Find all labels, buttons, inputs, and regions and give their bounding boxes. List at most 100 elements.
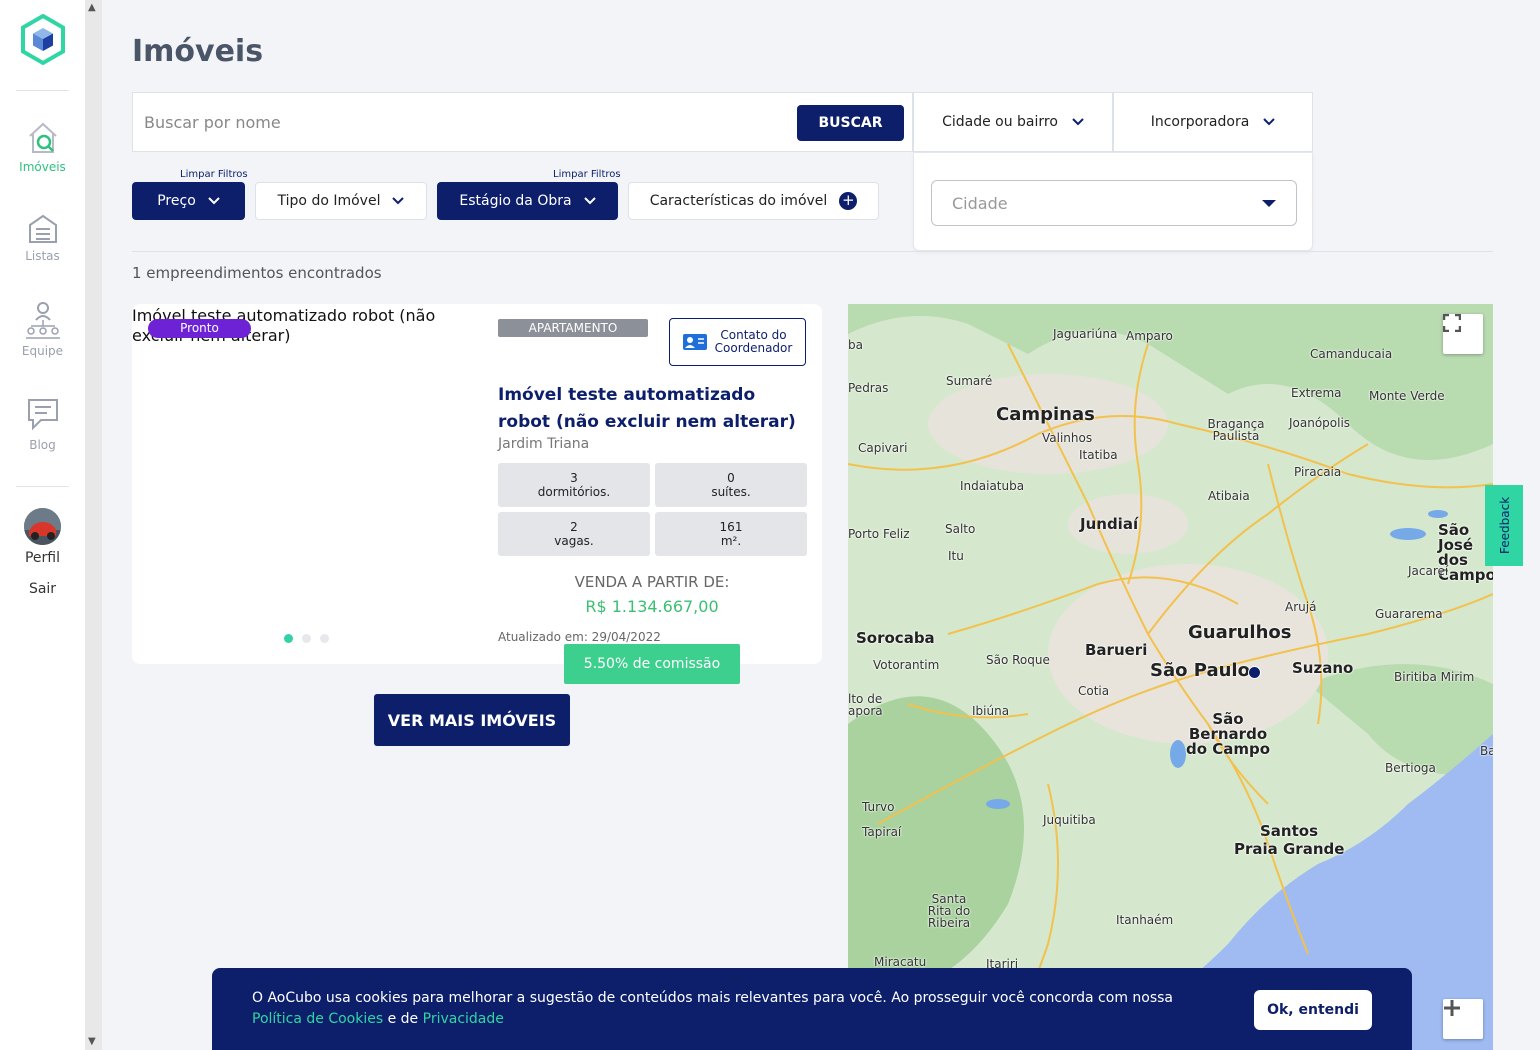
- map-label: Itu: [948, 549, 964, 563]
- spec-value: 161: [719, 520, 743, 534]
- profile-link[interactable]: Perfil: [0, 550, 85, 566]
- feedback-tab[interactable]: Feedback: [1485, 485, 1525, 566]
- property-features-filter[interactable]: Características do imóvel +: [628, 182, 879, 220]
- zoom-in-button[interactable]: [1443, 999, 1483, 1039]
- search-button[interactable]: BUSCAR: [797, 105, 904, 141]
- listing-card[interactable]: Imóvel teste automatizado robot (não exc…: [132, 304, 822, 664]
- spec-value: 3: [570, 471, 578, 485]
- map-label: Miracatu: [874, 955, 927, 969]
- sidebar-item-equipe[interactable]: Equipe: [0, 300, 85, 358]
- map-label: Campinas: [996, 404, 1095, 425]
- cookie-accept-button[interactable]: Ok, entendi: [1254, 990, 1372, 1030]
- map-label: Guararema: [1375, 607, 1443, 621]
- clear-filters-link[interactable]: Limpar Filtros: [180, 169, 248, 180]
- map-label: Joanópolis: [1289, 416, 1351, 430]
- results-count: 1 empreendimentos encontrados: [132, 264, 382, 282]
- developer-select[interactable]: Incorporadora: [1113, 92, 1313, 152]
- carousel-dot[interactable]: [320, 634, 329, 643]
- sidebar-item-listas[interactable]: Listas: [0, 213, 85, 263]
- map-label: Itanhaém: [1116, 913, 1174, 927]
- spec-unit: m².: [720, 534, 742, 548]
- sidebar-divider: [16, 486, 69, 487]
- chevron-down-icon: [583, 197, 596, 205]
- map-label: São Roque: [986, 653, 1050, 667]
- spec-bedrooms: 3 dormitórios.: [498, 463, 650, 507]
- map-label: Bertioga: [1385, 761, 1436, 775]
- contact-coordinator-label: Contato do Coordenador: [714, 328, 793, 355]
- map-label: Camanducaia: [1310, 347, 1393, 361]
- sidebar-item-imoveis[interactable]: Imóveis: [0, 120, 85, 174]
- map-label: Tapiraí: [862, 825, 902, 839]
- sidebar-item-label: Blog: [29, 438, 56, 452]
- property-type-filter[interactable]: Tipo do Imóvel: [255, 182, 427, 220]
- map-label: Bragança Paulista: [1207, 417, 1265, 443]
- map-marker[interactable]: [1248, 666, 1261, 679]
- map[interactable]: Jaguariúna Amparo Camanducaia ba Sumaré …: [848, 304, 1493, 1050]
- city-neighborhood-label: Cidade ou bairro: [942, 114, 1058, 130]
- map-label: Turvo: [862, 800, 895, 814]
- spec-parking: 2 vagas.: [498, 512, 650, 556]
- sidebar-item-label: Listas: [25, 249, 60, 263]
- map-label: Itatiba: [1079, 448, 1118, 462]
- updated-date: Atualizado em: 29/04/2022: [498, 630, 661, 644]
- chat-bubbles-icon: [27, 399, 58, 431]
- map-label: Salto: [945, 522, 976, 536]
- map-label: Praia Grande: [1234, 840, 1345, 858]
- listing-title[interactable]: Imóvel teste automatizado robot (não exc…: [498, 382, 808, 436]
- load-more-button[interactable]: VER MAIS IMÓVEIS: [374, 694, 570, 746]
- map-label: lto de apora: [848, 692, 883, 718]
- price-filter[interactable]: Preço: [132, 182, 245, 220]
- privacy-link[interactable]: Privacidade: [423, 1011, 504, 1027]
- cookie-text: O AoCubo usa cookies para melhorar a sug…: [252, 988, 1212, 1030]
- aocubo-logo[interactable]: [20, 13, 66, 66]
- map-label: Piracaia: [1294, 465, 1342, 479]
- search-input[interactable]: [133, 93, 783, 151]
- map-label: Ibiúna: [972, 704, 1010, 718]
- price-label: VENDA A PARTIR DE:: [574, 573, 730, 591]
- filter-label: Preço: [157, 193, 196, 209]
- map-label: Capivari: [858, 441, 908, 455]
- map-label: Jundiaí: [1080, 515, 1139, 533]
- spec-suites: 0 suítes.: [655, 463, 807, 507]
- map-label: Porto Feliz: [848, 527, 910, 541]
- map-label: Sorocaba: [856, 629, 935, 647]
- plus-icon: [1444, 1000, 1460, 1016]
- map-label: Juquitiba: [1043, 813, 1096, 827]
- city-neighborhood-select[interactable]: Cidade ou bairro: [913, 92, 1113, 152]
- chevron-down-icon: [208, 197, 220, 205]
- filter-label: Características do imóvel: [649, 193, 828, 209]
- city-select-placeholder: Cidade: [952, 193, 1008, 213]
- map-label: Valinhos: [1042, 431, 1093, 445]
- city-dropdown-panel: Cidade: [913, 152, 1313, 251]
- construction-stage-filter[interactable]: Estágio da Obra: [437, 182, 618, 220]
- fullscreen-icon: [1443, 314, 1461, 332]
- scroll-up-icon[interactable]: ▲: [88, 2, 96, 13]
- sidebar-item-label: Imóveis: [19, 160, 66, 174]
- map-label: São Bernardo do Campo: [1185, 710, 1271, 758]
- sidebar-item-blog[interactable]: Blog: [0, 396, 85, 452]
- avatar[interactable]: [24, 508, 61, 545]
- map-label: Monte Verde: [1369, 389, 1445, 403]
- map-label: São Paulo: [1150, 660, 1250, 681]
- carousel-dot[interactable]: [284, 634, 293, 643]
- city-select[interactable]: Cidade: [931, 180, 1297, 226]
- scrollbar[interactable]: ▲ ▼: [85, 0, 102, 1050]
- cookie-policy-link[interactable]: Política de Cookies: [252, 1011, 383, 1027]
- search-bar: BUSCAR: [132, 92, 913, 152]
- chevron-down-icon: [1263, 118, 1276, 126]
- map-label: Santos: [1260, 822, 1319, 840]
- map-label: Extrema: [1291, 386, 1342, 400]
- map-label: Indaiatuba: [960, 479, 1025, 493]
- contact-coordinator-button[interactable]: Contato do Coordenador: [669, 318, 806, 366]
- chevron-down-icon: [392, 197, 405, 205]
- map-label: Jaguariúna: [1053, 327, 1118, 341]
- carousel-dot[interactable]: [302, 634, 311, 643]
- logout-link[interactable]: Sair: [0, 581, 85, 597]
- spec-value: 0: [727, 471, 735, 485]
- fullscreen-button[interactable]: [1443, 314, 1483, 354]
- scroll-down-icon[interactable]: ▼: [88, 1036, 96, 1047]
- filter-label: Estágio da Obra: [459, 193, 572, 209]
- divider: [132, 251, 1493, 252]
- feedback-label: Feedback: [1498, 496, 1512, 555]
- clear-filters-link[interactable]: Limpar Filtros: [553, 169, 621, 180]
